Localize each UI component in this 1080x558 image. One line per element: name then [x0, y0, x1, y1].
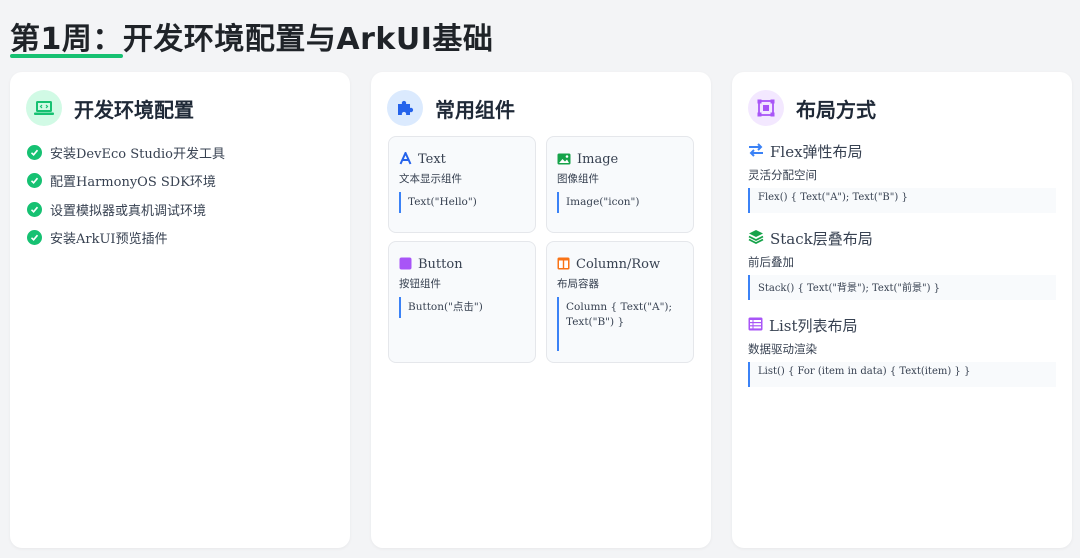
components-card-header: 常用组件	[387, 88, 515, 128]
layout-card-title: 布局方式	[796, 97, 876, 122]
layout-card-header: 布局方式	[748, 88, 876, 128]
image-icon	[557, 150, 571, 169]
layout-section-stack: Stack层叠布局 前后叠加 Stack() { Text("背景"); Tex…	[748, 227, 1056, 300]
section-desc: 数据驱动渲染	[748, 342, 817, 356]
component-card-button: Button 按钮组件 Button("点击")	[388, 241, 536, 363]
layer-group-icon	[748, 229, 764, 248]
component-name: Text	[418, 151, 446, 167]
section-title: Stack层叠布局	[770, 229, 873, 248]
code-snippet: Image("icon")	[557, 192, 683, 213]
layout-section-flex: Flex弹性布局 灵活分配空间 Flex() { Text("A"); Text…	[748, 140, 1056, 213]
component-card-column-row: Column/Row 布局容器 Column { Text("A"); Text…	[546, 241, 694, 363]
code-snippet: Button("点击")	[399, 297, 525, 318]
checklist-text: 配置HarmonyOS SDK环境	[50, 175, 216, 191]
code-snippet: Column { Text("A"); Text("B") }	[557, 297, 683, 351]
title-underline	[10, 54, 123, 58]
layout-section-list: List列表布局 数据驱动渲染 List() { For (item in da…	[748, 314, 1056, 387]
component-grid: Text 文本显示组件 Text("Hello") Image 图像组件 Ima…	[388, 136, 694, 363]
check-circle-icon	[27, 173, 42, 189]
section-title: Flex弹性布局	[770, 142, 863, 161]
check-circle-icon	[27, 230, 42, 246]
object-group-icon	[748, 90, 784, 126]
components-card: 常用组件 Text 文本显示组件 Text("Hello") Image 图像组…	[371, 72, 711, 548]
columns-icon	[557, 255, 570, 274]
checklist-text: 安装DevEco Studio开发工具	[50, 146, 225, 162]
layout-card: 布局方式 Flex弹性布局 灵活分配空间 Flex() { Text("A");…	[732, 72, 1072, 548]
env-checklist: 安装DevEco Studio开发工具 配置HarmonyOS SDK环境 设置…	[27, 138, 225, 252]
component-name: Column/Row	[576, 256, 661, 272]
env-card-header: 开发环境配置	[26, 88, 194, 128]
puzzle-piece-icon	[387, 90, 423, 126]
checklist-text: 设置模拟器或真机调试环境	[50, 203, 207, 219]
component-desc: 布局容器	[557, 278, 599, 290]
code-snippet: List() { For (item in data) { Text(item)…	[748, 362, 1056, 387]
component-card-image: Image 图像组件 Image("icon")	[546, 136, 694, 233]
code-snippet: Flex() { Text("A"); Text("B") }	[748, 188, 1056, 213]
checklist-text: 安装ArkUI预览插件	[50, 232, 168, 248]
code-snippet: Stack() { Text("背景"); Text("前景") }	[748, 275, 1056, 300]
component-desc: 按钮组件	[399, 278, 441, 290]
component-card-text: Text 文本显示组件 Text("Hello")	[388, 136, 536, 233]
env-setup-card: 开发环境配置 安装DevEco Studio开发工具 配置HarmonyOS S…	[10, 72, 350, 548]
component-desc: 图像组件	[557, 173, 599, 185]
laptop-code-icon	[26, 90, 62, 126]
font-icon	[399, 150, 412, 169]
section-desc: 灵活分配空间	[748, 168, 817, 182]
list-item: 安装DevEco Studio开发工具	[27, 138, 225, 167]
env-card-title: 开发环境配置	[74, 97, 194, 122]
list-item: 安装ArkUI预览插件	[27, 224, 225, 253]
list-item: 配置HarmonyOS SDK环境	[27, 167, 225, 196]
list-item: 设置模拟器或真机调试环境	[27, 195, 225, 224]
section-title: List列表布局	[769, 316, 858, 335]
section-desc: 前后叠加	[748, 255, 794, 269]
check-circle-icon	[27, 144, 42, 160]
exchange-arrows-icon	[748, 142, 764, 161]
component-desc: 文本显示组件	[399, 173, 462, 185]
component-name: Image	[577, 151, 619, 167]
list-table-icon	[748, 316, 763, 335]
square-icon	[399, 255, 412, 274]
components-card-title: 常用组件	[435, 97, 515, 122]
component-name: Button	[418, 256, 463, 272]
check-circle-icon	[27, 201, 42, 217]
code-snippet: Text("Hello")	[399, 192, 525, 213]
page-title: 第1周：开发环境配置与ArkUI基础	[10, 22, 494, 57]
